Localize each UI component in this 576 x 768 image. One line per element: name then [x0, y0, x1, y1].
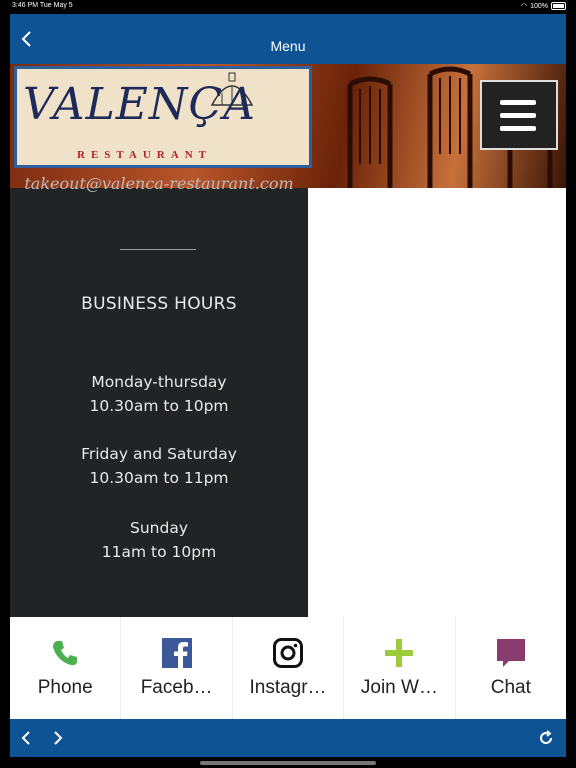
web-content: VALENÇA RESTAURANT takeout@valenca-resta… — [10, 64, 566, 617]
facebook-icon — [161, 638, 192, 668]
email-link[interactable]: takeout@valenca-restaurant.com — [10, 174, 308, 193]
hours-item: Sunday 11am to 10pm — [10, 516, 308, 564]
forward-arrow-icon[interactable] — [50, 729, 66, 747]
restaurant-logo: VALENÇA RESTAURANT — [14, 66, 312, 168]
tab-bar: Phone Faceb… Instagr… Join W… Chat — [10, 617, 566, 719]
tab-label: Join W… — [360, 677, 438, 698]
hours-day: Monday-thursday — [91, 373, 227, 391]
nav-title: Menu — [270, 38, 306, 54]
wifi-icon: ◠ — [520, 3, 528, 10]
tab-chat[interactable]: Chat — [456, 617, 566, 719]
tab-label: Faceb… — [140, 677, 213, 698]
divider — [120, 249, 196, 250]
hamburger-line — [500, 126, 536, 131]
refresh-icon[interactable] — [538, 729, 554, 747]
business-hours-heading: BUSINESS HOURS — [81, 294, 237, 314]
tab-join[interactable]: Join W… — [344, 617, 456, 719]
tab-label: Phone — [37, 677, 93, 698]
phone-icon — [53, 641, 78, 666]
hours-item: Monday-thursday 10.30am to 10pm — [10, 370, 308, 418]
header-banner: VALENÇA RESTAURANT — [10, 64, 566, 188]
hours-time: 11am to 10pm — [101, 543, 217, 561]
hours-time: 10.30am to 11pm — [89, 469, 229, 487]
battery-percent: 100% — [530, 2, 548, 10]
status-bar: 3:46 PM Tue May 5 ◠ 100% — [0, 0, 576, 14]
home-indicator — [200, 761, 376, 765]
info-panel: takeout@valenca-restaurant.com BUSINESS … — [10, 174, 308, 617]
status-time: 3:46 PM Tue May 5 — [12, 2, 73, 9]
hours-day: Friday and Saturday — [81, 445, 237, 463]
browser-toolbar — [10, 719, 566, 757]
status-indicators: ◠ 100% — [521, 2, 566, 10]
tab-label: Instagr… — [249, 677, 327, 698]
hamburger-line — [500, 113, 536, 118]
content-area — [309, 188, 566, 617]
instagram-icon — [273, 638, 304, 668]
tab-phone[interactable]: Phone — [10, 617, 122, 719]
tab-label: Chat — [490, 677, 531, 698]
chat-icon — [496, 639, 525, 667]
hamburger-menu-button[interactable] — [480, 80, 558, 150]
tab-facebook[interactable]: Faceb… — [121, 617, 233, 719]
hours-day: Sunday — [130, 519, 188, 537]
logo-brand: VALENÇA — [23, 79, 256, 130]
hamburger-line — [500, 100, 536, 105]
nav-bar: Menu — [10, 14, 566, 64]
battery-icon — [551, 2, 566, 10]
hours-time: 10.30am to 10pm — [89, 397, 229, 415]
hours-item: Friday and Saturday 10.30am to 11pm — [10, 442, 308, 490]
logo-subtitle: RESTAURANT — [77, 149, 212, 161]
plus-icon — [385, 639, 414, 667]
tab-instagram[interactable]: Instagr… — [233, 617, 345, 719]
back-arrow-icon[interactable] — [18, 729, 34, 747]
